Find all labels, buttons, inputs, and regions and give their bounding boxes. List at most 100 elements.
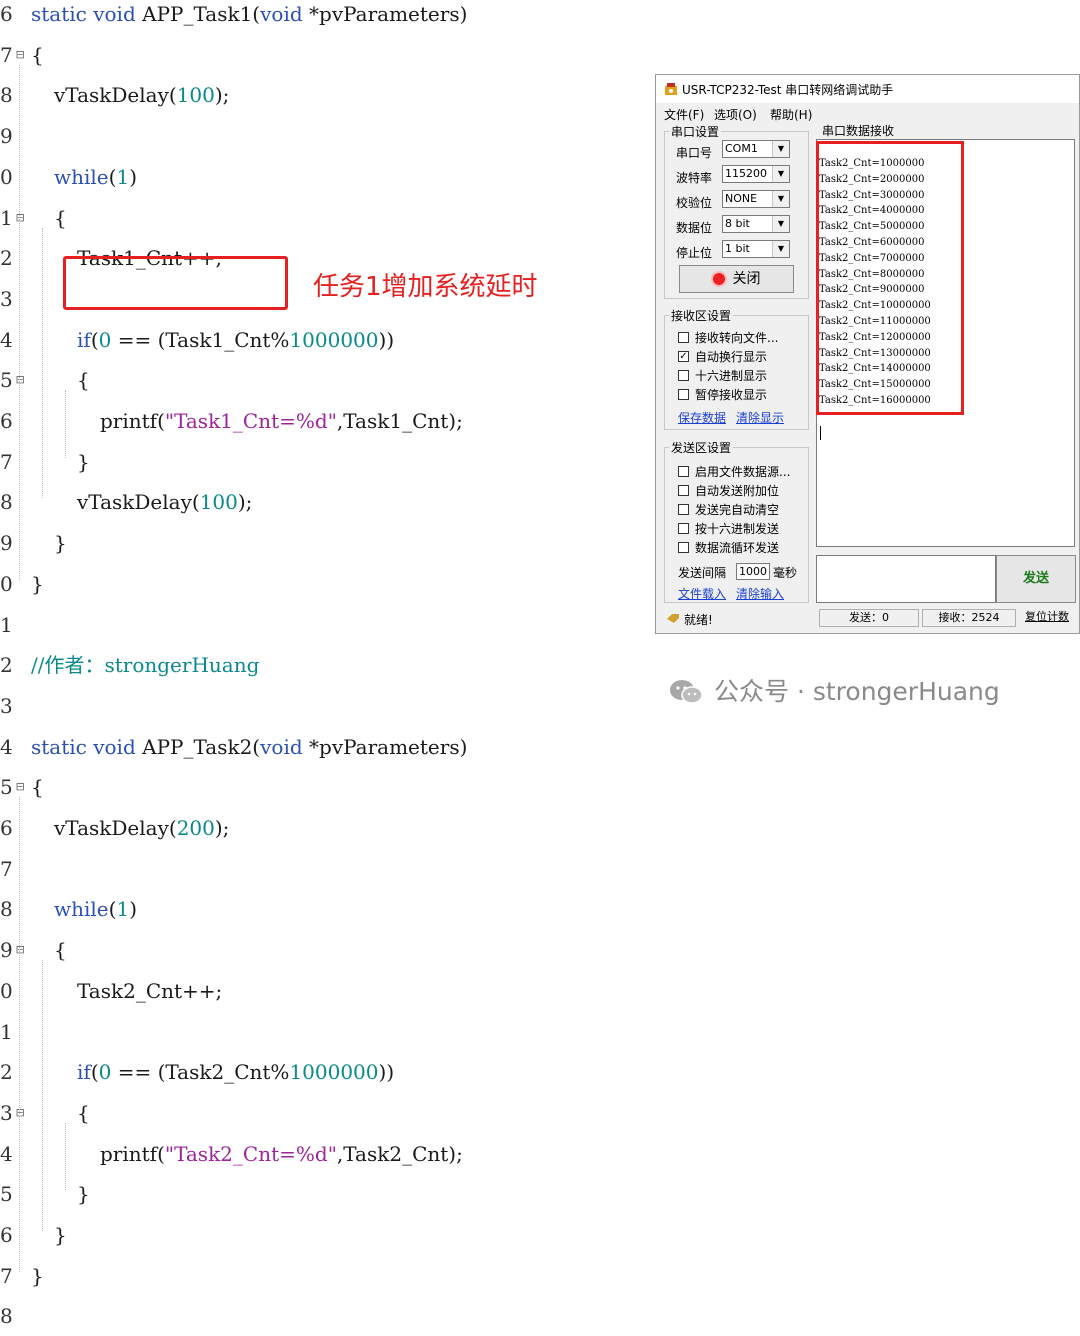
code-line: 1 ⊟ { <box>0 198 640 238</box>
loop-send-option[interactable]: 数据流循环发送 <box>678 539 779 556</box>
code-text: //作者：strongerHuang <box>31 645 259 685</box>
code-text: } <box>54 523 67 563</box>
file-source-option[interactable]: 启用文件数据源... <box>678 463 790 480</box>
code-editor[interactable]: 6 static void APP_Task1(void *pvParameter… <box>0 0 640 1328</box>
chevron-down-icon[interactable]: ▼ <box>772 166 789 182</box>
menu-options[interactable]: 选项(O) <box>714 106 757 123</box>
code-text: while(1) <box>54 157 137 197</box>
port-select[interactable]: COM1 ▼ <box>722 140 790 158</box>
code-token: { <box>54 938 67 963</box>
line-number: 4 <box>0 734 13 759</box>
pause-display-option[interactable]: 暂停接收显示 <box>678 386 767 403</box>
databits-select[interactable]: 8 bit ▼ <box>722 215 790 233</box>
code-token: printf( <box>100 409 165 433</box>
checkbox[interactable] <box>678 370 689 381</box>
code-line: 4 static void APP_Task2(void *pvParameter… <box>0 727 640 767</box>
code-line: 8 while(1) <box>0 889 640 929</box>
code-line: 6} <box>0 1215 640 1255</box>
clear-input-link[interactable]: 清除输入 <box>736 585 784 602</box>
code-token: ( <box>108 897 117 922</box>
fold-toggle-icon[interactable]: ⊟ <box>16 1093 24 1133</box>
append-bits-option[interactable]: 自动发送附加位 <box>678 482 779 499</box>
file-load-link[interactable]: 文件载入 <box>678 585 726 602</box>
code-line: 6 printf("Task1_Cnt=%d",Task1_Cnt); <box>0 401 640 441</box>
interval-input[interactable]: 1000 <box>736 563 770 580</box>
chevron-down-icon[interactable]: ▼ <box>772 241 789 257</box>
save-data-link[interactable]: 保存数据 <box>678 409 726 426</box>
chevron-down-icon[interactable]: ▼ <box>772 141 789 157</box>
checkbox[interactable] <box>678 523 689 534</box>
code-token: APP_Task2( <box>142 734 261 759</box>
line-number: 0 <box>0 164 13 189</box>
checkbox[interactable] <box>678 466 689 477</box>
code-line: 9 ⊟ { <box>0 930 640 970</box>
code-line: 3 ⊟ { <box>0 1093 640 1133</box>
code-token: vTaskDelay( <box>77 490 200 515</box>
fold-toggle-icon[interactable]: ⊟ <box>16 767 24 807</box>
code-token: { <box>77 1100 90 1125</box>
clear-display-link[interactable]: 清除显示 <box>736 409 784 426</box>
line-number: 6 <box>0 2 13 26</box>
menu-file[interactable]: 文件(F) <box>664 106 704 123</box>
recv-to-file-option[interactable]: 接收转向文件... <box>678 329 778 346</box>
line-number: 3 <box>0 693 13 718</box>
fold-toggle-icon[interactable]: ⊟ <box>16 198 24 238</box>
checkbox[interactable] <box>678 504 689 515</box>
line-number: 1 <box>0 1019 13 1044</box>
code-text: vTaskDelay(200); <box>54 808 229 848</box>
code-token: 1 <box>116 164 130 189</box>
code-text: } <box>77 442 90 482</box>
baud-select[interactable]: 115200 ▼ <box>722 165 790 183</box>
send-button[interactable]: 发送 <box>996 555 1076 603</box>
auto-wrap-option[interactable]: ✓ 自动换行显示 <box>678 348 767 365</box>
send-textarea[interactable] <box>816 555 996 603</box>
auto-clear-option[interactable]: 发送完自动清空 <box>678 501 779 518</box>
reset-count-link[interactable]: 复位计数 <box>1018 609 1076 627</box>
checkbox[interactable] <box>678 542 689 553</box>
line-number: 2 <box>0 653 13 678</box>
code-text: { <box>77 360 90 400</box>
checkbox[interactable] <box>678 485 689 496</box>
code-text: printf("Task1_Cnt=%d",Task1_Cnt); <box>100 401 463 441</box>
hex-send-option[interactable]: 按十六进制发送 <box>678 520 779 537</box>
ready-icon <box>667 614 679 623</box>
hex-display-option[interactable]: 十六进制显示 <box>678 367 767 384</box>
code-token: { <box>77 368 90 393</box>
fold-toggle-icon[interactable]: ⊟ <box>16 360 24 400</box>
databits-label: 数据位 <box>676 221 713 235</box>
code-token: ); <box>214 816 230 840</box>
line-number: 8 <box>0 83 13 108</box>
code-text: } <box>77 1174 90 1214</box>
checkbox[interactable] <box>678 332 689 343</box>
serial-tool-window: USR-TCP232-Test 串口转网络调试助手 文件(F) 选项(O) 帮助… <box>655 74 1080 634</box>
line-number: 4 <box>0 1141 13 1166</box>
line-number: 7 <box>0 449 13 474</box>
menu-help[interactable]: 帮助(H) <box>770 106 812 123</box>
chevron-down-icon[interactable]: ▼ <box>772 191 789 207</box>
line-number: 6 <box>0 1223 13 1247</box>
stopbits-label: 停止位 <box>676 246 713 260</box>
line-number: 1 <box>0 612 13 637</box>
code-token: ( <box>90 327 99 352</box>
code-token: APP_Task1( <box>142 2 261 26</box>
line-number: 8 <box>0 490 13 515</box>
chevron-down-icon[interactable]: ▼ <box>772 216 789 232</box>
line-number: 6 <box>0 816 13 840</box>
fold-toggle-icon[interactable]: ⊟ <box>16 35 24 75</box>
fold-toggle-icon[interactable]: ⊟ <box>16 930 24 970</box>
checkbox[interactable] <box>678 389 689 400</box>
code-token: } <box>31 1263 44 1288</box>
close-port-button[interactable]: 关闭 <box>679 265 794 293</box>
checkbox-checked[interactable]: ✓ <box>678 351 689 362</box>
stopbits-select[interactable]: 1 bit ▼ <box>722 240 790 258</box>
parity-select[interactable]: NONE ▼ <box>722 190 790 208</box>
line-number: 2 <box>0 246 13 271</box>
line-number: 5 <box>0 1182 13 1207</box>
code-line: 0 Task2_Cnt++; <box>0 971 640 1011</box>
code-token: } <box>77 449 90 474</box>
watermark-text: 公众号 · strongerHuang <box>714 677 1000 706</box>
code-token: 0 <box>98 1060 112 1085</box>
line-number: 0 <box>0 978 13 1003</box>
code-token: ,Task1_Cnt); <box>336 409 463 433</box>
line-number: 9 <box>0 531 13 556</box>
